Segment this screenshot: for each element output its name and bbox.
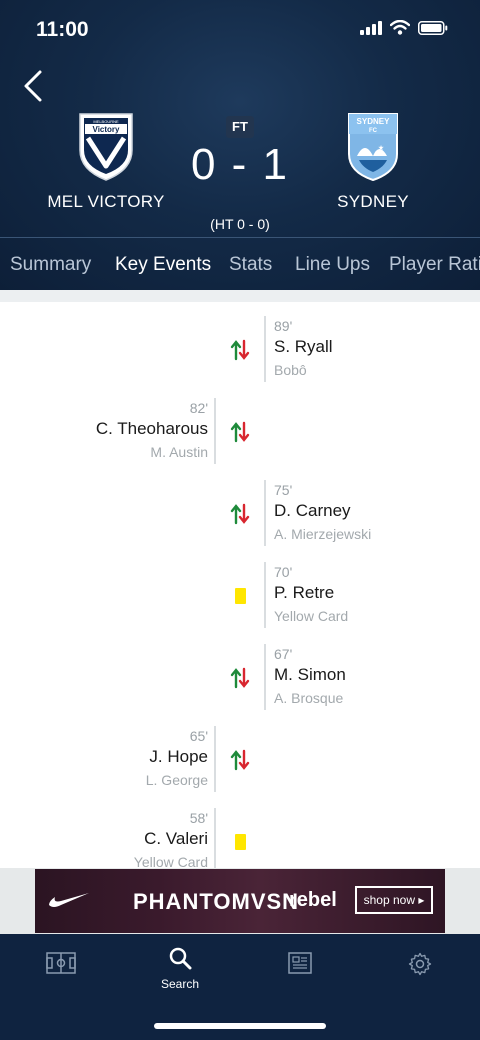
nav-search[interactable]: Search xyxy=(140,946,220,991)
match-status-badge: FT xyxy=(226,116,254,138)
tab-stats[interactable]: Stats xyxy=(229,254,272,276)
event-row: 89' S. Ryall Bobô xyxy=(0,316,480,382)
event-minute: 82' xyxy=(189,400,208,416)
nav-settings[interactable] xyxy=(380,952,460,981)
search-icon xyxy=(169,947,192,970)
pitch-icon xyxy=(46,952,76,974)
news-icon xyxy=(288,952,312,974)
away-team-name: SYDNEY xyxy=(337,192,409,211)
yellow-card-icon xyxy=(235,588,246,604)
svg-text:Victory: Victory xyxy=(93,125,121,134)
nav-search-label: Search xyxy=(160,977,200,991)
gear-icon xyxy=(408,952,432,976)
timeline-line xyxy=(264,480,266,546)
substitution-icon xyxy=(230,421,250,443)
nav-matches[interactable] xyxy=(21,952,101,979)
svg-text:FC: FC xyxy=(369,128,378,134)
tab-summary[interactable]: Summary xyxy=(10,254,91,276)
event-player: M. Simon xyxy=(274,665,346,684)
timeline-line xyxy=(264,644,266,710)
event-minute: 58' xyxy=(189,810,208,826)
event-minute: 75' xyxy=(274,482,293,498)
event-player: P. Retre xyxy=(274,583,335,602)
match-header: 11:00 Victory MELBOURNE MEL VICTORY FT 0… xyxy=(0,0,480,290)
match-score: 0 - 1 xyxy=(190,140,290,189)
status-time: 11:00 xyxy=(36,18,89,41)
substitution-icon xyxy=(230,667,250,689)
substitution-icon xyxy=(230,503,250,525)
event-detail: Bobô xyxy=(274,362,307,378)
event-detail: Yellow Card xyxy=(133,854,208,868)
home-team-name: MEL VICTORY xyxy=(47,192,165,211)
timeline-line xyxy=(214,808,216,868)
event-row: 65' J. Hope L. George xyxy=(0,726,480,792)
mel-victory-crest-icon: Victory MELBOURNE xyxy=(79,113,133,181)
event-row: 58' C. Valeri Yellow Card xyxy=(0,808,480,868)
timeline-line xyxy=(264,562,266,628)
tab-line-ups[interactable]: Line Ups xyxy=(295,254,370,276)
nav-news[interactable] xyxy=(260,952,340,979)
tab-player-ratings[interactable]: Player Rati xyxy=(389,254,480,276)
ad-shop-now-button[interactable]: shop now ▸ xyxy=(355,886,433,914)
event-player: C. Theoharous xyxy=(95,419,208,438)
event-minute: 67' xyxy=(274,646,293,662)
content-separator xyxy=(0,290,480,302)
ad-brand: PHANTOMVSN xyxy=(133,889,300,914)
home-indicator[interactable] xyxy=(154,1023,326,1029)
event-minute: 65' xyxy=(189,728,208,744)
status-icons xyxy=(360,20,448,35)
event-row: 70' P. Retre Yellow Card xyxy=(0,562,480,628)
event-player: D. Carney xyxy=(274,501,351,520)
tab-bar: Summary Key Events Stats Line Ups Player… xyxy=(0,238,480,290)
event-detail: A. Brosque xyxy=(274,690,344,706)
svg-text:MELBOURNE: MELBOURNE xyxy=(93,119,119,124)
event-minute: 89' xyxy=(274,318,293,334)
back-icon[interactable] xyxy=(16,64,52,108)
substitution-icon xyxy=(230,339,250,361)
event-detail: M. Austin xyxy=(150,444,208,460)
event-player: S. Ryall xyxy=(274,337,333,356)
yellow-card-icon xyxy=(235,834,246,850)
svg-text:SYDNEY: SYDNEY xyxy=(357,117,391,126)
event-row: 67' M. Simon A. Brosque xyxy=(0,644,480,710)
event-detail: L. George xyxy=(145,772,208,788)
key-events-list[interactable]: 89' S. Ryall Bobô 82' C. Theoharous M. A… xyxy=(0,302,480,868)
sydney-fc-crest-icon: SYDNEY FC ★ xyxy=(348,113,398,182)
substitution-icon xyxy=(230,749,250,771)
event-detail: A. Mierzejewski xyxy=(274,526,372,542)
event-minute: 70' xyxy=(274,564,293,580)
wifi-icon xyxy=(390,20,410,35)
timeline-line xyxy=(214,726,216,792)
event-player: C. Valeri xyxy=(144,829,208,848)
timeline-line xyxy=(264,316,266,382)
ad-retailer: rebel xyxy=(289,889,337,911)
halftime-score: (HT 0 - 0) xyxy=(210,216,270,232)
svg-text:★: ★ xyxy=(378,144,384,152)
event-row: 75' D. Carney A. Mierzejewski xyxy=(0,480,480,546)
event-player: J. Hope xyxy=(149,747,208,766)
ad-banner[interactable]: PHANTOMVSN rebel shop now ▸ xyxy=(35,869,445,933)
event-detail: Yellow Card xyxy=(274,608,349,624)
timeline-line xyxy=(214,398,216,464)
signal-icon xyxy=(360,20,382,35)
swoosh-logo-icon xyxy=(49,893,89,907)
battery-icon xyxy=(418,20,448,35)
tab-key-events[interactable]: Key Events xyxy=(115,254,211,276)
event-row: 82' C. Theoharous M. Austin xyxy=(0,398,480,464)
